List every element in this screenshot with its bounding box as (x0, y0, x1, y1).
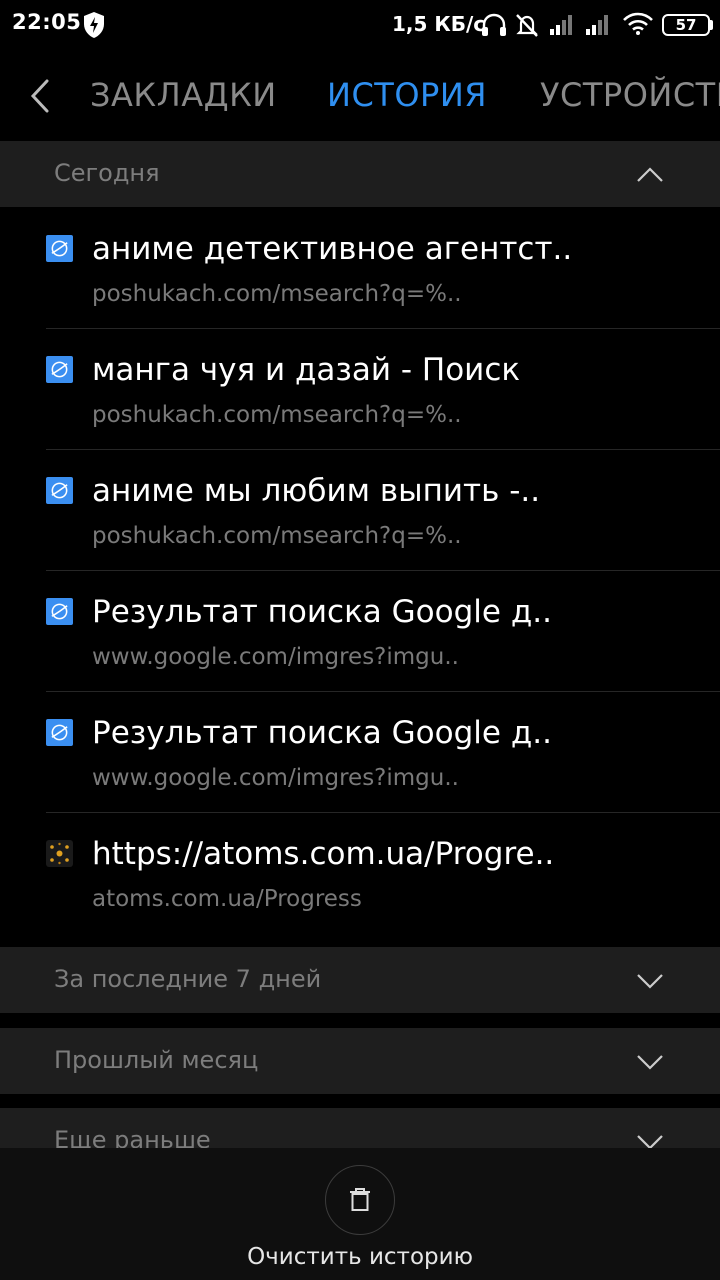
chevron-down-icon (637, 1055, 663, 1070)
battery-tip (710, 20, 713, 30)
clear-history-button[interactable] (325, 1165, 395, 1235)
history-item-url: atoms.com.ua/Progress (92, 886, 362, 912)
history-item-title: аниме детективное агентст.. (92, 231, 573, 267)
history-item-url: www.google.com/imgres?imgu.. (92, 644, 459, 670)
history-item-url: www.google.com/imgres?imgu.. (92, 765, 459, 791)
battery-icon: 57 (662, 14, 710, 36)
browser-history-screen: 22:05 1,5 КБ/с 57 ЗАКЛАДКИ ИСТОРИЯ УСТРО… (0, 0, 720, 1280)
globe-icon (46, 356, 73, 383)
divider (46, 691, 720, 692)
chevron-up-icon (637, 167, 663, 182)
globe-icon (46, 477, 73, 504)
history-item[interactable]: https://atoms.com.ua/Progre.. atoms.com.… (0, 812, 720, 933)
history-item[interactable]: аниме детективное агентст.. poshukach.co… (0, 207, 720, 328)
atoms-favicon-icon (46, 840, 73, 867)
section-label: За последние 7 дней (54, 965, 322, 993)
history-item-title: Результат поиска Google д.. (92, 715, 552, 751)
battery-level: 57 (675, 16, 697, 34)
history-item-url: poshukach.com/msearch?q=%.. (92, 281, 462, 307)
divider (46, 812, 720, 813)
tab-devices[interactable]: УСТРОЙСТВА (540, 76, 720, 114)
history-item-title: аниме мы любим выпить -.. (92, 473, 541, 509)
top-tabs-bar: ЗАКЛАДКИ ИСТОРИЯ УСТРОЙСТВА (0, 52, 720, 140)
clear-history-label[interactable]: Очистить историю (0, 1244, 720, 1270)
alarm-off-icon (516, 14, 538, 37)
section-last-7-days[interactable]: За последние 7 дней (0, 947, 720, 1013)
shield-icon (84, 12, 104, 38)
network-speed: 1,5 КБ/с (392, 12, 486, 36)
history-item[interactable]: аниме мы любим выпить -.. poshukach.com/… (0, 449, 720, 570)
status-bar: 22:05 1,5 КБ/с 57 (0, 0, 720, 52)
chevron-left-icon (30, 79, 49, 113)
history-item-title: манга чуя и дазай - Поиск (92, 352, 521, 388)
back-button[interactable] (18, 72, 62, 120)
globe-icon (46, 598, 73, 625)
globe-icon (46, 235, 73, 262)
divider (46, 328, 720, 329)
history-item-title: Результат поиска Google д.. (92, 594, 552, 630)
divider (46, 570, 720, 571)
history-item-url: poshukach.com/msearch?q=%.. (92, 523, 462, 549)
history-item-url: poshukach.com/msearch?q=%.. (92, 402, 462, 428)
history-list: аниме детективное агентст.. poshukach.co… (0, 207, 720, 933)
divider (46, 449, 720, 450)
history-item[interactable]: манга чуя и дазай - Поиск poshukach.com/… (0, 328, 720, 449)
signal-icon (550, 15, 572, 35)
section-today[interactable]: Сегодня (0, 141, 720, 207)
status-time: 22:05 (12, 10, 82, 34)
section-label: Прошлый месяц (54, 1046, 259, 1074)
section-last-month[interactable]: Прошлый месяц (0, 1028, 720, 1094)
trash-icon (350, 1188, 370, 1211)
globe-icon (46, 719, 73, 746)
headphones-icon (482, 13, 506, 36)
history-item[interactable]: Результат поиска Google д.. www.google.c… (0, 691, 720, 812)
history-item[interactable]: Результат поиска Google д.. www.google.c… (0, 570, 720, 691)
bottom-bar: Очистить историю (0, 1148, 720, 1280)
tab-history[interactable]: ИСТОРИЯ (327, 76, 487, 114)
signal-icon (586, 15, 608, 35)
section-label: Сегодня (54, 159, 160, 187)
wifi-icon (623, 12, 653, 35)
chevron-down-icon (637, 974, 663, 989)
history-item-title: https://atoms.com.ua/Progre.. (92, 836, 555, 872)
tab-bookmarks[interactable]: ЗАКЛАДКИ (90, 76, 277, 114)
